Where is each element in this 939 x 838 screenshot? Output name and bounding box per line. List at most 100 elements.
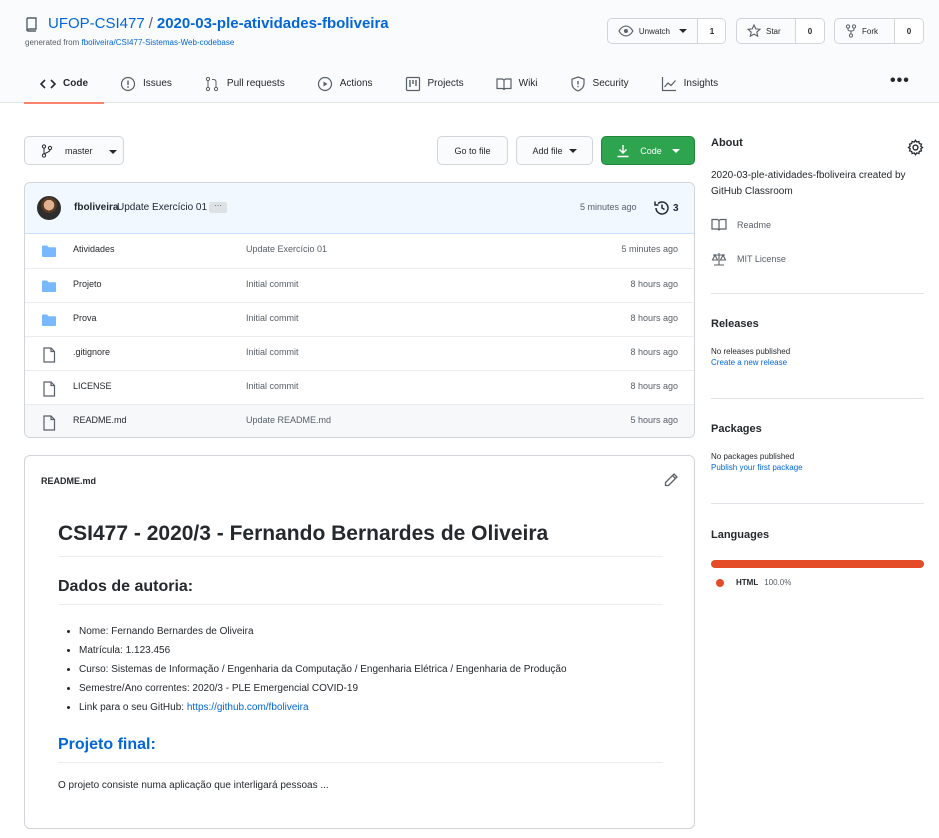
tab-insights[interactable]: Insights xyxy=(645,64,734,103)
commit-expand-button[interactable]: ··· xyxy=(209,202,227,213)
file-commit-message-link[interactable]: Initial commit xyxy=(246,347,299,357)
divider xyxy=(711,293,924,294)
file-commit-message-link[interactable]: Update README.md xyxy=(246,415,331,425)
chevron-down-icon xyxy=(671,148,680,153)
file-name-link[interactable]: Projeto xyxy=(73,279,102,289)
license-label: MIT License xyxy=(737,254,786,264)
tab-actions[interactable]: Actions xyxy=(301,64,389,103)
project-icon xyxy=(405,76,420,91)
tab-code[interactable]: Code xyxy=(24,64,104,104)
file-commit-message-link[interactable]: Initial commit xyxy=(246,313,299,323)
releases-section: Releases No releases published Create a … xyxy=(711,318,924,367)
go-to-file-button[interactable]: Go to file xyxy=(437,136,508,165)
file-icon xyxy=(41,381,57,397)
fork-button[interactable]: Fork xyxy=(835,19,895,43)
fork-icon xyxy=(845,24,857,38)
template-repo-link[interactable]: fboliveira/CSI477-Sistemas-Web-codebase xyxy=(81,38,234,47)
star-button[interactable]: Star xyxy=(737,19,796,43)
fork-count[interactable]: 0 xyxy=(895,19,923,43)
list-item: Link para o seu GitHub: https://github.c… xyxy=(79,698,567,717)
tab-security[interactable]: Security xyxy=(554,64,645,103)
generated-from-prefix: generated from xyxy=(25,38,82,47)
tab-wiki[interactable]: Wiki xyxy=(480,64,554,103)
file-name-link[interactable]: Prova xyxy=(73,313,97,323)
readme-author-list: Nome: Fernando Bernardes de Oliveira Mat… xyxy=(79,622,567,717)
commit-history-link[interactable]: 3 xyxy=(653,199,679,217)
tab-projects[interactable]: Projects xyxy=(389,64,480,103)
play-icon xyxy=(317,76,332,91)
latest-commit-bar: fboliveira Update Exercício 01 ··· 5 min… xyxy=(25,183,694,234)
repo-title: UFOP-CSI477/2020-03-ple-atividades-fboli… xyxy=(48,15,389,32)
file-row[interactable]: Projeto Initial commit 8 hours ago xyxy=(25,268,694,302)
star-count[interactable]: 0 xyxy=(796,19,824,43)
repo-name-link[interactable]: 2020-03-ple-atividades-fboliveira xyxy=(157,15,389,32)
readme-link-label: Readme xyxy=(737,220,772,230)
add-file-label: Add file xyxy=(532,145,563,156)
packages-title[interactable]: Packages xyxy=(711,423,924,435)
readme-heading-project[interactable]: Projeto final: xyxy=(58,736,663,763)
branch-icon xyxy=(41,143,53,158)
tab-label: Actions xyxy=(339,78,373,89)
chevron-down-icon xyxy=(568,148,577,153)
file-commit-message-link[interactable]: Update Exercício 01 xyxy=(246,244,327,254)
license-link[interactable]: MIT License xyxy=(711,252,924,266)
watch-label: Unwatch xyxy=(638,26,670,36)
languages-section: Languages xyxy=(711,529,924,541)
file-commit-message-link[interactable]: Initial commit xyxy=(246,381,299,391)
releases-title[interactable]: Releases xyxy=(711,318,924,330)
file-age: 8 hours ago xyxy=(630,347,678,357)
file-row[interactable]: README.md Update README.md 5 hours ago xyxy=(25,404,694,437)
star-icon xyxy=(747,24,761,38)
file-name-link[interactable]: LICENSE xyxy=(73,381,112,391)
download-icon xyxy=(617,144,629,157)
publish-package-link[interactable]: Publish your first package xyxy=(711,463,924,472)
tab-issues[interactable]: Issues xyxy=(104,64,188,103)
repo-header: UFOP-CSI477/2020-03-ple-atividades-fboli… xyxy=(0,0,939,104)
tab-label: Wiki xyxy=(518,78,538,89)
file-age: 5 hours ago xyxy=(630,415,678,425)
folder-icon xyxy=(41,313,57,327)
tab-pull-requests[interactable]: Pull requests xyxy=(188,64,301,103)
watch-button[interactable]: Unwatch xyxy=(608,19,698,43)
list-item: Nome: Fernando Bernardes de Oliveira xyxy=(79,622,567,641)
branch-name: master xyxy=(65,145,93,156)
more-options-icon[interactable]: ••• xyxy=(890,72,910,90)
pencil-icon[interactable] xyxy=(663,472,679,488)
readme-filename: README.md xyxy=(41,476,97,486)
readme-link[interactable]: Readme xyxy=(711,218,924,232)
code-icon xyxy=(40,78,56,89)
language-color-dot xyxy=(716,578,724,587)
create-release-link[interactable]: Create a new release xyxy=(711,358,924,367)
repo-nav-tabs: Code Issues Pull requests Actions Projec… xyxy=(24,64,734,104)
file-row[interactable]: Atividades Update Exercício 01 5 minutes a… xyxy=(25,234,694,268)
tab-label: Projects xyxy=(427,78,464,89)
readme-paragraph: O projeto consiste numa aplicação que in… xyxy=(58,780,329,791)
readme-box: README.md CSI477 - 2020/3 - Fernando Ber… xyxy=(24,455,695,829)
language-item[interactable]: HTML 100.0% xyxy=(716,578,791,587)
file-row[interactable]: Prova Initial commit 8 hours ago xyxy=(25,302,694,336)
code-dropdown-button[interactable]: Code xyxy=(601,136,695,165)
commit-message-link[interactable]: Update Exercício 01 xyxy=(117,202,207,213)
file-name-link[interactable]: .gitignore xyxy=(73,347,110,357)
file-name-link[interactable]: Atividades xyxy=(73,244,115,254)
tab-label: Pull requests xyxy=(226,78,285,89)
file-commit-message-link[interactable]: Initial commit xyxy=(246,279,299,289)
github-prefix: Link para o seu GitHub: xyxy=(79,702,187,713)
file-row[interactable]: .gitignore Initial commit 8 hours ago xyxy=(25,336,694,370)
gear-icon[interactable] xyxy=(907,139,924,156)
repo-separator: / xyxy=(148,15,153,32)
commit-author-link[interactable]: fboliveira xyxy=(74,202,118,213)
repo-owner-link[interactable]: UFOP-CSI477 xyxy=(48,15,145,32)
github-profile-link[interactable]: https://github.com/fboliveira xyxy=(187,702,309,713)
tab-label: Issues xyxy=(143,78,172,89)
add-file-button[interactable]: Add file xyxy=(516,136,593,165)
law-icon xyxy=(711,253,727,266)
language-bar xyxy=(711,560,924,568)
file-name-link[interactable]: README.md xyxy=(73,415,127,425)
avatar[interactable] xyxy=(37,196,61,220)
file-row[interactable]: LICENSE Initial commit 8 hours ago xyxy=(25,370,694,404)
branch-select-button[interactable]: master xyxy=(24,136,124,165)
generated-from: generated from fboliveira/CSI477-Sistema… xyxy=(25,38,234,47)
readme-heading-author: Dados de autoria: xyxy=(58,578,663,605)
watch-count[interactable]: 1 xyxy=(698,19,725,43)
